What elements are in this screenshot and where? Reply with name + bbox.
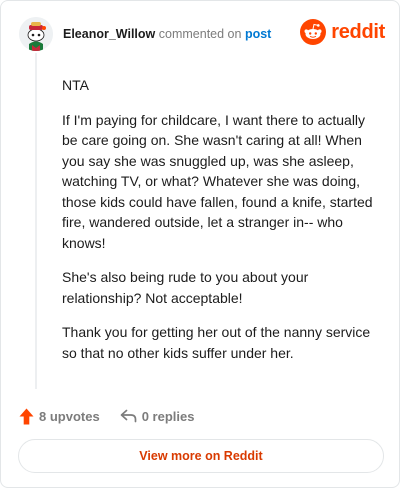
- author-link[interactable]: Eleanor_Willow: [63, 27, 155, 41]
- comment-byline: Eleanor_Willow commented on post: [63, 27, 271, 41]
- post-link[interactable]: post: [245, 27, 271, 41]
- reddit-logo-icon: [300, 19, 327, 45]
- reply-arrow-icon: [120, 409, 137, 423]
- comment-header: Eleanor_Willow commented on post reddit: [19, 17, 385, 53]
- reddit-logo[interactable]: reddit: [300, 17, 385, 47]
- reply-count: 0 replies: [141, 408, 195, 424]
- commented-on-text: commented on: [158, 27, 242, 41]
- snoo-avatar-icon[interactable]: [19, 17, 53, 51]
- upvote-button[interactable]: 8 upvotes: [19, 408, 100, 425]
- view-more-button[interactable]: View more on Reddit: [18, 439, 384, 473]
- comment-actions: 8 upvotes 0 replies: [19, 405, 194, 427]
- comment-embed-card: Eleanor_Willow commented on post reddit …: [0, 0, 400, 488]
- comment-paragraph: Thank you for getting her out of the nan…: [62, 324, 371, 361]
- upvote-arrow-icon: [19, 408, 34, 424]
- thread-line: [35, 53, 37, 389]
- comment-paragraph: She's also being rude to you about your …: [62, 269, 309, 306]
- reply-button[interactable]: 0 replies: [120, 408, 195, 424]
- comment-paragraph: NTA: [62, 77, 89, 93]
- reddit-wordmark: reddit: [331, 20, 385, 43]
- comment-paragraph: If I'm paying for childcare, I want ther…: [62, 111, 373, 251]
- comment-body: NTA If I'm paying for childcare, I want …: [62, 75, 382, 377]
- upvote-count: 8 upvotes: [39, 408, 100, 424]
